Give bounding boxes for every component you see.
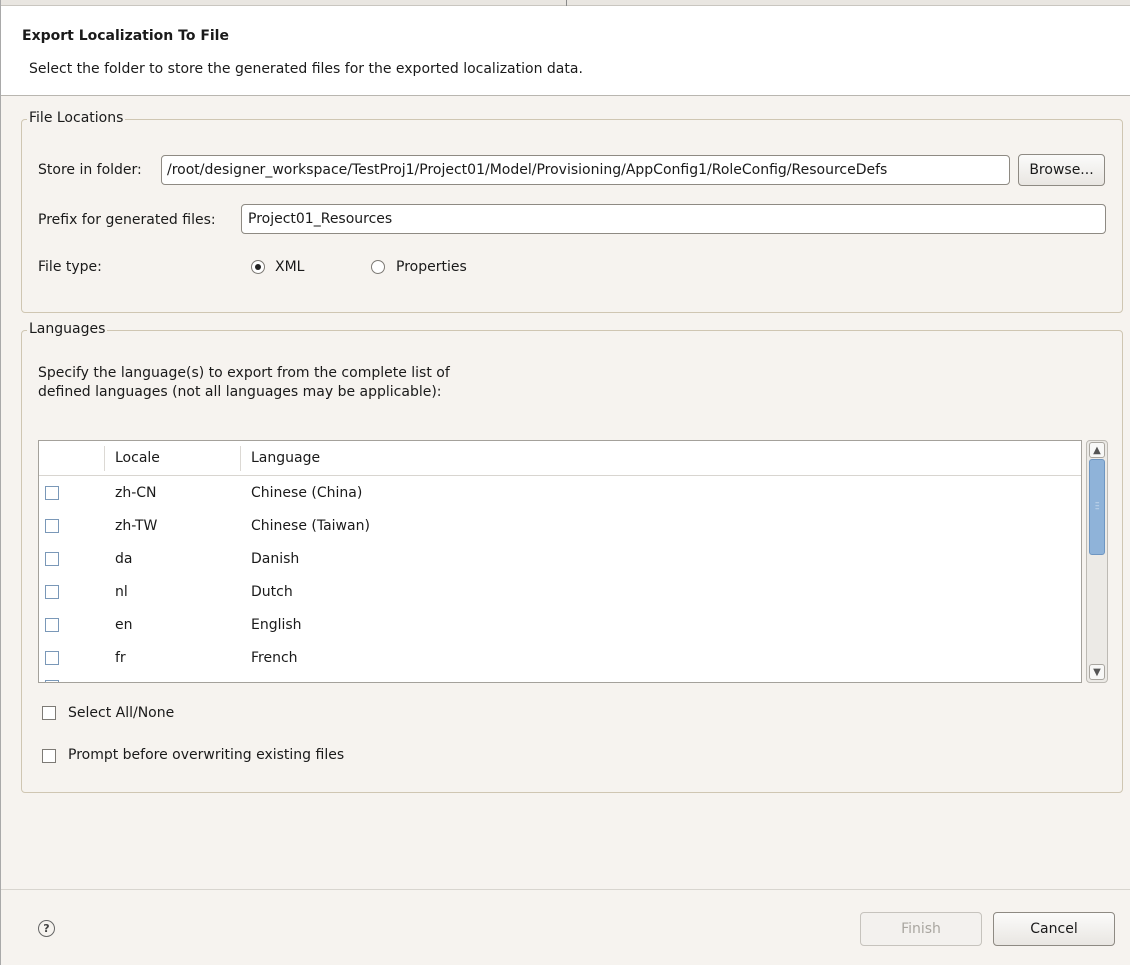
table-row[interactable]: zh-TW Chinese (Taiwan) xyxy=(39,510,1081,543)
column-separator xyxy=(240,446,241,471)
finish-button[interactable]: Finish xyxy=(860,912,982,946)
locale-cell: da xyxy=(115,551,133,567)
languages-description: Specify the language(s) to export from t… xyxy=(38,365,450,400)
xml-radio-label[interactable]: XML xyxy=(275,259,304,275)
grip-icon: – – – xyxy=(1095,498,1100,514)
cancel-button[interactable]: Cancel xyxy=(993,912,1115,946)
table-row[interactable]: da Danish xyxy=(39,543,1081,576)
prefix-input[interactable]: Project01_Resources xyxy=(241,204,1106,234)
prefix-label: Prefix for generated files: xyxy=(38,212,216,228)
column-separator xyxy=(104,446,105,471)
locale-column-header[interactable]: Locale xyxy=(115,441,160,476)
store-folder-label: Store in folder: xyxy=(38,162,142,178)
row-checkbox[interactable] xyxy=(45,519,59,533)
browse-button[interactable]: Browse... xyxy=(1018,154,1105,186)
locale-cell: zh-TW xyxy=(115,518,158,534)
properties-radio-label[interactable]: Properties xyxy=(396,259,467,275)
locale-cell: nl xyxy=(115,584,128,600)
table-row[interactable]: zh-CN Chinese (China) xyxy=(39,477,1081,510)
table-row[interactable]: en English xyxy=(39,609,1081,642)
properties-radio[interactable] xyxy=(371,260,385,274)
dialog-header: Export Localization To File Select the f… xyxy=(1,6,1130,96)
file-locations-legend: File Locations xyxy=(27,110,126,126)
footer-divider xyxy=(1,889,1130,890)
language-cell: Danish xyxy=(251,551,300,567)
locale-cell: fr xyxy=(115,650,126,666)
table-scrollbar[interactable]: ▲ – – – ▼ xyxy=(1086,440,1108,683)
row-checkbox[interactable] xyxy=(45,486,59,500)
xml-radio[interactable] xyxy=(251,260,265,274)
row-checkbox[interactable] xyxy=(45,552,59,566)
prompt-overwrite-label[interactable]: Prompt before overwriting existing files xyxy=(68,747,344,763)
language-cell: French xyxy=(251,650,298,666)
table-row[interactable]: fr French xyxy=(39,642,1081,675)
help-icon[interactable]: ? xyxy=(38,920,55,937)
language-cell: Chinese (Taiwan) xyxy=(251,518,370,534)
dialog-subtitle: Select the folder to store the generated… xyxy=(29,61,583,77)
select-all-checkbox[interactable] xyxy=(42,706,56,720)
language-column-header[interactable]: Language xyxy=(251,441,320,476)
languages-legend: Languages xyxy=(27,321,108,337)
scrollbar-thumb[interactable]: – – – xyxy=(1089,459,1105,555)
dialog-title: Export Localization To File xyxy=(22,28,229,44)
file-type-label: File type: xyxy=(38,259,102,275)
language-cell: Dutch xyxy=(251,584,293,600)
language-cell: English xyxy=(251,617,302,633)
row-checkbox[interactable] xyxy=(45,618,59,632)
language-cell: Chinese (China) xyxy=(251,485,363,501)
select-all-label[interactable]: Select All/None xyxy=(68,705,174,721)
row-checkbox[interactable] xyxy=(45,651,59,665)
store-folder-input[interactable]: /root/designer_workspace/TestProj1/Proje… xyxy=(161,155,1010,185)
table-row[interactable]: nl Dutch xyxy=(39,576,1081,609)
dialog-window: Export Localization To File Select the f… xyxy=(0,0,1130,965)
row-checkbox[interactable] xyxy=(45,680,59,682)
radio-selected-dot xyxy=(255,264,261,270)
table-header: Locale Language xyxy=(39,441,1081,476)
locale-cell: en xyxy=(115,617,133,633)
row-checkbox[interactable] xyxy=(45,585,59,599)
locale-cell: zh-CN xyxy=(115,485,157,501)
prompt-overwrite-checkbox[interactable] xyxy=(42,749,56,763)
scroll-down-icon[interactable]: ▼ xyxy=(1089,664,1105,680)
languages-table: Locale Language zh-CN Chinese (China) zh… xyxy=(38,440,1082,683)
scroll-up-icon[interactable]: ▲ xyxy=(1089,442,1105,458)
table-row-partial[interactable] xyxy=(39,675,1081,682)
